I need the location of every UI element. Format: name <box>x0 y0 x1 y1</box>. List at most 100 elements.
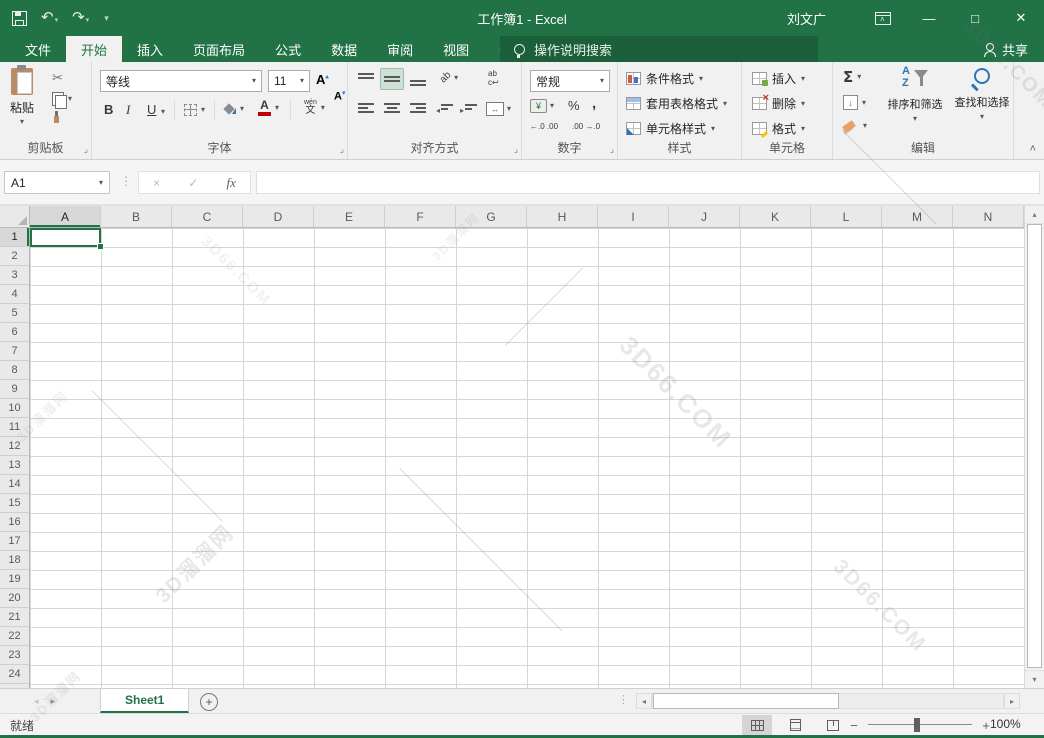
tab-review[interactable]: 审阅 <box>372 36 428 62</box>
column-header[interactable]: L <box>811 206 882 227</box>
align-bottom-button[interactable] <box>406 68 430 90</box>
column-header[interactable]: M <box>882 206 953 227</box>
column-header[interactable]: C <box>172 206 243 227</box>
vertical-scrollbar[interactable]: ▴ ▾ <box>1024 206 1044 688</box>
decrease-decimal-button[interactable]: .00 →.0 <box>572 122 600 131</box>
row-header[interactable]: 15 <box>0 494 29 513</box>
row-header[interactable]: 5 <box>0 304 29 323</box>
tab-view[interactable]: 视图 <box>428 36 484 62</box>
collapse-ribbon-button[interactable]: ˄ <box>1030 143 1036 155</box>
row-header[interactable]: 17 <box>0 532 29 551</box>
paste-button[interactable]: 粘贴 ▾ <box>10 68 34 126</box>
row-header[interactable]: 10 <box>0 399 29 418</box>
row-header[interactable]: 23 <box>0 646 29 665</box>
find-select-button[interactable]: 查找和选择 ▾ <box>951 66 1013 121</box>
select-all-button[interactable] <box>0 206 30 228</box>
redo-caret-icon[interactable]: ▾ <box>86 17 90 24</box>
tabs-scrollbar-grip-icon[interactable]: ⋮ <box>618 693 629 706</box>
fill-caret-icon[interactable]: ▾ <box>862 99 866 107</box>
cancel-entry-icon[interactable]: × <box>153 176 160 190</box>
scroll-down-icon[interactable]: ▾ <box>1025 670 1044 688</box>
autosum-caret-icon[interactable]: ▾ <box>857 73 861 81</box>
zoom-level[interactable]: 100% <box>990 717 1021 731</box>
accounting-format-button[interactable]: ¥ ▾ <box>530 99 554 113</box>
fill-button[interactable]: ↓ ▾ <box>843 95 866 110</box>
font-family-combo[interactable]: 等线 ▾ <box>100 70 262 92</box>
align-top-button[interactable] <box>354 68 378 90</box>
page-layout-view-button[interactable] <box>780 715 810 735</box>
decrease-indent-button[interactable]: ◂ <box>436 104 453 117</box>
tab-formulas[interactable]: 公式 <box>260 36 316 62</box>
column-header[interactable]: I <box>598 206 669 227</box>
autosum-button[interactable]: Σ ▾ <box>843 68 861 86</box>
orientation-caret-icon[interactable]: ▾ <box>454 74 458 82</box>
prev-sheet-icon[interactable]: ◂ <box>34 696 39 707</box>
percent-style-button[interactable]: % <box>568 98 580 113</box>
sheet-tab-sheet1[interactable]: Sheet1 <box>100 689 189 713</box>
column-header[interactable]: K <box>740 206 811 227</box>
paste-caret-icon[interactable]: ▾ <box>20 118 24 126</box>
undo-caret-icon[interactable]: ▾ <box>55 17 59 24</box>
row-header[interactable]: 16 <box>0 513 29 532</box>
align-right-button[interactable] <box>406 98 430 120</box>
font-size-caret-icon[interactable]: ▾ <box>300 77 304 85</box>
copy-button[interactable]: ▾ <box>52 92 72 106</box>
next-sheet-icon[interactable]: ▸ <box>51 696 56 707</box>
scroll-up-icon[interactable]: ▴ <box>1025 206 1044 224</box>
increase-indent-button[interactable]: ▸ <box>460 104 477 117</box>
alignment-dialog-launcher[interactable]: ⌟ <box>514 144 518 155</box>
comma-style-button[interactable]: , <box>592 95 596 112</box>
enter-entry-icon[interactable]: ✓ <box>188 176 198 190</box>
formula-input[interactable] <box>256 171 1040 194</box>
row-header[interactable]: 1 <box>0 228 29 247</box>
cells-area[interactable] <box>30 228 1024 688</box>
share-button[interactable]: 共享 <box>984 36 1028 62</box>
align-middle-button[interactable] <box>380 68 404 90</box>
clipboard-dialog-launcher[interactable]: ⌟ <box>84 144 88 155</box>
cell-styles-button[interactable]: 单元格样式 ▾ <box>626 120 715 137</box>
clear-button[interactable]: ▾ <box>843 122 867 130</box>
formula-bar-grip-icon[interactable]: ⋮ <box>120 174 132 188</box>
tab-page-layout[interactable]: 页面布局 <box>178 36 260 62</box>
column-header[interactable]: B <box>101 206 172 227</box>
zoom-slider-thumb[interactable] <box>914 718 920 732</box>
tell-me-search[interactable]: 操作说明搜索 <box>500 36 818 62</box>
column-header[interactable]: G <box>456 206 527 227</box>
normal-view-button[interactable] <box>742 715 772 735</box>
font-color-button[interactable]: A ▾ <box>258 99 279 116</box>
phonetic-caret-icon[interactable]: ▾ <box>321 104 325 112</box>
font-size-combo[interactable]: 11 ▾ <box>268 70 310 92</box>
row-header[interactable]: 21 <box>0 608 29 627</box>
merge-center-button[interactable]: ↔ ▾ <box>486 102 511 116</box>
font-family-caret-icon[interactable]: ▾ <box>252 77 256 85</box>
user-name[interactable]: 刘文广 <box>787 9 826 28</box>
sort-filter-caret-icon[interactable]: ▾ <box>913 115 917 123</box>
bold-button[interactable]: B <box>104 102 113 117</box>
row-header[interactable]: 6 <box>0 323 29 342</box>
find-select-caret-icon[interactable]: ▾ <box>980 113 984 121</box>
vertical-scroll-thumb[interactable] <box>1027 224 1042 668</box>
ribbon-display-options-button[interactable] <box>860 0 906 36</box>
row-header[interactable]: 3 <box>0 266 29 285</box>
tab-home[interactable]: 开始 <box>66 36 122 62</box>
row-header[interactable]: 8 <box>0 361 29 380</box>
redo-button[interactable]: ↷▾ <box>72 9 89 27</box>
align-left-button[interactable] <box>354 98 378 120</box>
font-dialog-launcher[interactable]: ⌟ <box>340 144 344 155</box>
fill-handle[interactable] <box>97 243 104 250</box>
tab-file[interactable]: 文件 <box>10 36 66 62</box>
row-header[interactable]: 19 <box>0 570 29 589</box>
sort-filter-button[interactable]: AZ 排序和筛选 ▾ <box>877 66 953 123</box>
copy-caret-icon[interactable]: ▾ <box>68 95 72 103</box>
name-box[interactable]: A1 ▾ <box>4 171 110 194</box>
number-format-caret-icon[interactable]: ▾ <box>600 77 604 85</box>
row-header[interactable]: 12 <box>0 437 29 456</box>
borders-button[interactable]: ▾ <box>184 104 205 116</box>
row-header[interactable]: 14 <box>0 475 29 494</box>
row-header[interactable]: 22 <box>0 627 29 646</box>
tab-insert[interactable]: 插入 <box>122 36 178 62</box>
column-header[interactable]: F <box>385 206 456 227</box>
row-header[interactable]: 2 <box>0 247 29 266</box>
minimize-button[interactable]: — <box>906 0 952 36</box>
scroll-left-icon[interactable]: ◂ <box>636 693 652 709</box>
